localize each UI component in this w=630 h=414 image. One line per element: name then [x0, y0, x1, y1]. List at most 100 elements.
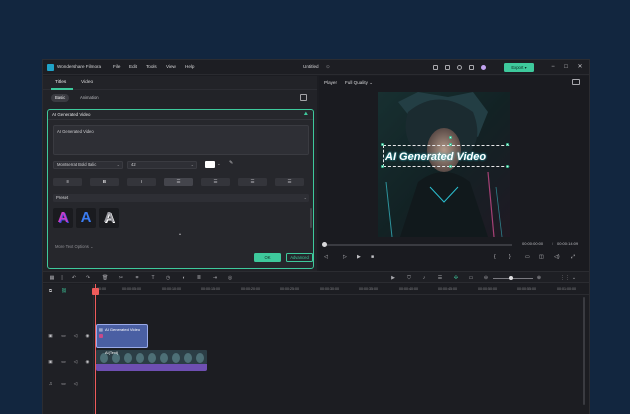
resize-handle[interactable]: [506, 165, 509, 168]
align-left-button[interactable]: ☰: [164, 178, 193, 186]
headphones-icon[interactable]: [457, 65, 462, 70]
folder-icon[interactable]: ▭: [61, 359, 66, 364]
export-frame-icon[interactable]: ⇥: [212, 275, 218, 281]
snapshot-icon[interactable]: [572, 79, 580, 85]
mark-in-icon[interactable]: {: [494, 254, 496, 260]
collapse-presets-icon[interactable]: ▴: [179, 231, 181, 236]
monitor-icon[interactable]: [433, 65, 438, 70]
menu-tools[interactable]: Tools: [146, 64, 157, 69]
play-icon[interactable]: ▶: [357, 254, 361, 260]
timeline-scrollbar[interactable]: [583, 297, 585, 405]
title-clip[interactable]: ▤ AI Generated Video: [96, 324, 148, 348]
save-preset-icon[interactable]: [300, 94, 307, 101]
resize-handle[interactable]: [506, 143, 509, 146]
shield-icon[interactable]: ⛉: [406, 275, 412, 281]
menu-edit[interactable]: Edit: [129, 64, 137, 69]
speed-icon[interactable]: ◷: [165, 275, 171, 281]
eye-icon[interactable]: ◉: [85, 333, 90, 338]
minimize-icon[interactable]: −: [548, 62, 558, 72]
eyedropper-icon[interactable]: ✎: [229, 160, 233, 166]
preview-title-text[interactable]: AI Generated Video: [385, 151, 486, 163]
cut-icon[interactable]: ✂: [118, 275, 124, 281]
playback-progress[interactable]: [324, 244, 512, 246]
grid-icon[interactable]: ▦: [49, 275, 55, 281]
adjust-icon[interactable]: ≣: [196, 275, 202, 281]
redo-icon[interactable]: ↷: [85, 275, 91, 281]
mute-icon[interactable]: ◁: [73, 333, 78, 338]
preset-purple[interactable]: A: [53, 208, 73, 228]
advanced-button[interactable]: Advanced: [286, 253, 313, 262]
project-info-icon[interactable]: ⊙: [326, 64, 330, 70]
color-icon[interactable]: ◐: [181, 275, 187, 281]
preset-gray[interactable]: A: [99, 208, 119, 228]
delete-icon[interactable]: 🗑: [102, 275, 108, 281]
layout-grid-icon[interactable]: ⋮⋮: [560, 275, 570, 281]
crop-icon[interactable]: ⌗: [134, 275, 140, 281]
mark-out-icon[interactable]: }: [509, 254, 511, 260]
folder-icon[interactable]: ▭: [61, 333, 66, 338]
align-right-button[interactable]: ☰: [238, 178, 267, 186]
bold-button[interactable]: B: [90, 178, 119, 186]
fullscreen-icon[interactable]: ⤢: [571, 254, 575, 260]
camera-icon[interactable]: ◫: [539, 254, 544, 260]
voiceover-icon[interactable]: ☰: [437, 275, 443, 281]
font-size-dropdown[interactable]: 42 ⌄: [127, 161, 197, 169]
eye-icon[interactable]: ◉: [85, 359, 90, 364]
stop-icon[interactable]: ■: [371, 254, 374, 260]
maximize-icon[interactable]: □: [561, 62, 571, 72]
volume-icon[interactable]: ◁): [554, 254, 560, 260]
preset-blue[interactable]: A: [76, 208, 96, 228]
export-button[interactable]: Export ▾: [504, 63, 534, 72]
card-header[interactable]: AI Generated Video ⛰: [48, 110, 313, 120]
subtab-basic[interactable]: Basic: [51, 94, 70, 102]
video-clip[interactable]: AI(Text): [96, 350, 207, 364]
preset-dropdown[interactable]: Preset ⌄: [53, 194, 309, 202]
mute-icon[interactable]: ◁: [73, 381, 78, 386]
resize-handle[interactable]: [381, 143, 384, 146]
format-justify-button[interactable]: ≡: [53, 178, 82, 186]
folder-icon[interactable]: ▭: [61, 381, 66, 386]
subtab-animation[interactable]: Animation: [76, 94, 103, 102]
text-icon[interactable]: T: [150, 275, 156, 281]
tab-video[interactable]: Video: [81, 80, 93, 85]
microphone-icon[interactable]: ♪: [421, 275, 427, 281]
zoom-slider[interactable]: [493, 277, 533, 279]
preset-scrollbar[interactable]: [310, 208, 312, 228]
menu-help[interactable]: Help: [185, 64, 194, 69]
detach-audio-icon[interactable]: ◎: [227, 275, 233, 281]
ai-icon[interactable]: ⛰: [304, 111, 308, 117]
zoom-in-icon[interactable]: ⊕: [536, 275, 542, 281]
tab-titles[interactable]: Titles: [55, 80, 66, 85]
undo-icon[interactable]: ↶: [71, 275, 77, 281]
display-icon[interactable]: ▭: [525, 254, 530, 260]
marker-icon[interactable]: ▭: [468, 275, 474, 281]
resize-handle[interactable]: [381, 165, 384, 168]
color-dropdown-icon[interactable]: ⌄: [217, 161, 221, 167]
title-text-input[interactable]: AI Generated Video: [53, 125, 309, 155]
font-dropdown[interactable]: Montserrat Bold Italic ⌄: [53, 161, 123, 169]
resize-handle[interactable]: [449, 143, 452, 146]
text-color-swatch[interactable]: [205, 161, 215, 168]
progress-knob[interactable]: [322, 242, 327, 247]
ok-button[interactable]: OK: [254, 253, 281, 262]
playhead-handle[interactable]: [92, 288, 99, 295]
menu-view[interactable]: View: [166, 64, 176, 69]
chevron-down-icon[interactable]: ⌄: [571, 275, 577, 281]
playhead[interactable]: [95, 284, 96, 414]
zoom-out-icon[interactable]: ⊖: [483, 275, 489, 281]
rotate-handle[interactable]: [449, 136, 452, 139]
resize-handle[interactable]: [449, 165, 452, 168]
align-justify-button[interactable]: ☰: [275, 178, 304, 186]
audio-waveform[interactable]: [96, 364, 207, 371]
quality-dropdown[interactable]: Full Quality ⌄: [345, 80, 373, 86]
link-icon[interactable]: ⛓: [61, 288, 67, 293]
zoom-slider-knob[interactable]: [509, 276, 513, 280]
add-track-icon[interactable]: ⧉: [48, 288, 53, 293]
menu-file[interactable]: File: [113, 64, 120, 69]
align-center-button[interactable]: ☰: [201, 178, 230, 186]
save-icon[interactable]: [445, 65, 450, 70]
gift-icon[interactable]: [469, 65, 474, 70]
italic-button[interactable]: I: [127, 178, 156, 186]
mute-icon[interactable]: ◁: [73, 359, 78, 364]
snap-icon[interactable]: ✣: [453, 275, 459, 281]
